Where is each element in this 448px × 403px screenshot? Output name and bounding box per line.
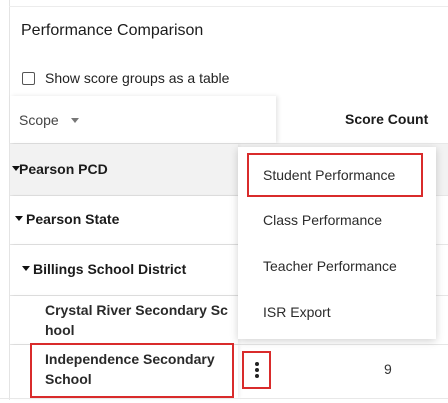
show-table-option[interactable]: Show score groups as a table (21, 70, 229, 86)
menu-item-student-performance[interactable]: Student Performance (247, 153, 423, 197)
score-count-value: 9 (384, 361, 392, 377)
menu-item-label[interactable]: Class Performance (263, 212, 382, 228)
caret-down-icon[interactable] (15, 216, 23, 221)
performance-comparison-panel: Performance Comparison Show score groups… (0, 0, 448, 403)
row-label: Pearson PCD (19, 161, 108, 177)
score-count-header[interactable]: Score Count (345, 111, 428, 127)
more-options-menu: Student Performance Class Performance Te… (238, 147, 436, 339)
menu-item-label[interactable]: Student Performance (263, 167, 395, 183)
kebab-icon (254, 368, 259, 372)
kebab-icon (254, 374, 259, 378)
panel-title: Performance Comparison (21, 22, 204, 39)
menu-item-isr-export[interactable]: ISR Export (238, 290, 436, 336)
row-label-line: hool (45, 322, 75, 338)
row-label: Crystal River Secondary Sc hool (45, 300, 240, 340)
row-label: Independence Secondary School (45, 349, 240, 389)
row-label: Billings School District (33, 261, 187, 277)
scope-header-label[interactable]: Scope (19, 112, 59, 128)
row-label-line: Independence Secondary (45, 351, 215, 367)
table-row: Independence Secondary School 9 (10, 345, 448, 399)
menu-item-teacher-performance[interactable]: Teacher Performance (238, 244, 436, 290)
row-label-line: School (45, 371, 92, 387)
show-table-checkbox[interactable] (22, 71, 35, 85)
menu-item-class-performance[interactable]: Class Performance (238, 198, 436, 244)
panel-top-border (9, 6, 448, 7)
caret-down-icon[interactable] (22, 266, 30, 271)
table-header: Scope Score Count (10, 96, 448, 144)
scope-header[interactable]: Scope (10, 96, 276, 143)
kebab-icon (254, 362, 259, 366)
more-options-button[interactable] (242, 351, 271, 389)
row-label-line: Crystal River Secondary Sc (45, 302, 228, 318)
menu-item-label[interactable]: ISR Export (263, 304, 331, 320)
show-table-label[interactable]: Show score groups as a table (45, 70, 229, 86)
menu-item-label[interactable]: Teacher Performance (263, 258, 397, 274)
row-label: Pearson State (26, 211, 120, 227)
divider (0, 398, 448, 399)
chevron-down-icon[interactable] (71, 118, 79, 123)
